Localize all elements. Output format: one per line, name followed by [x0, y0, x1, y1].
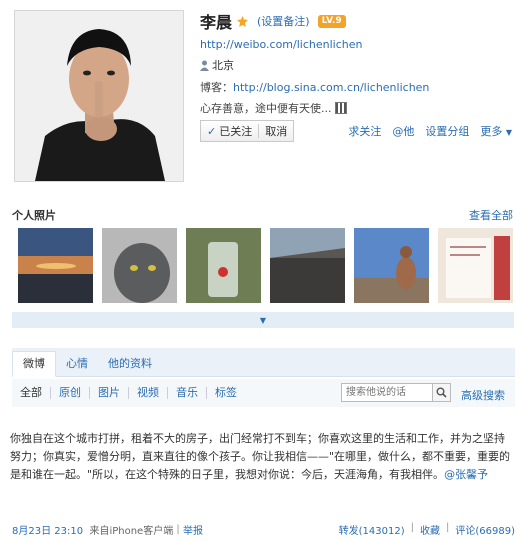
tab-weibo[interactable]: 微博	[12, 351, 56, 377]
search-button[interactable]	[432, 383, 451, 402]
post-meta: 8月23日 23:10 来自iPhone客户端 | 举报 转发(143012) |…	[12, 521, 515, 537]
qr-code-icon[interactable]	[334, 102, 347, 114]
see-all-photos-link[interactable]: 查看全部	[469, 207, 513, 223]
photo-thumbnail[interactable]	[438, 228, 513, 303]
location-text: 北京	[212, 59, 234, 72]
blog-link[interactable]: http://blog.sina.com.cn/lichenlichen	[233, 81, 429, 94]
divider	[258, 124, 260, 138]
unfollow-button[interactable]: 取消	[265, 123, 287, 139]
comment-link[interactable]: 评论(66989)	[455, 522, 515, 537]
photo-thumbnail[interactable]	[270, 228, 345, 303]
advanced-search-link[interactable]: 高级搜索	[461, 387, 505, 403]
name-row: 李晨 (设置备注) LV.9	[200, 10, 512, 32]
weibo-post: 你独自在这个城市打拼，租着不大的房子，出门经常打不到车；你喜欢这里的生活和工作，…	[10, 430, 515, 484]
more-menu[interactable]: 更多 ▼	[480, 123, 512, 139]
photo-thumbnail[interactable]	[18, 228, 93, 303]
filter-images[interactable]: 图片	[89, 387, 128, 399]
favorite-link[interactable]: 收藏	[420, 522, 440, 537]
set-remark-link[interactable]: (设置备注)	[257, 13, 310, 29]
weibo-url[interactable]: http://weibo.com/lichenlichen	[200, 38, 512, 51]
photos-title: 个人照片	[12, 209, 56, 222]
tab-mood[interactable]: 心情	[56, 352, 98, 376]
report-link[interactable]: 举报	[183, 522, 203, 537]
motto-text: 心存善意，途中便有天使...	[200, 102, 332, 115]
filter-music[interactable]: 音乐	[167, 387, 206, 399]
location: 北京	[200, 57, 512, 73]
expand-photos-bar[interactable]: ▼	[12, 312, 514, 328]
filter-bar: 全部 原创 图片 视频 音乐 标签 高级搜索	[12, 379, 515, 407]
motto: 心存善意，途中便有天使...	[200, 100, 512, 116]
forward-link[interactable]: 转发(143012)	[339, 522, 405, 537]
photo-strip	[18, 228, 513, 303]
filter-tags[interactable]: 标签	[206, 387, 245, 399]
level-badge: LV.9	[317, 14, 346, 28]
chevron-down-icon: ▼	[259, 315, 267, 325]
request-follow-link[interactable]: 求关注	[348, 123, 381, 139]
action-links: 求关注 @他 设置分组 更多 ▼	[348, 123, 512, 139]
chevron-down-icon: ▼	[505, 128, 512, 137]
verified-icon	[237, 15, 249, 27]
filter-videos[interactable]: 视频	[128, 387, 167, 399]
mention-link[interactable]: @张馨予	[444, 468, 488, 481]
mention-link[interactable]: @他	[392, 123, 414, 139]
profile-name: 李晨	[200, 13, 233, 32]
profile-info: 李晨 (设置备注) LV.9 http://weibo.com/lichenli…	[200, 10, 512, 142]
photo-thumbnail[interactable]	[186, 228, 261, 303]
post-text: 你独自在这个城市打拼，租着不大的房子，出门经常打不到车；你喜欢这里的生活和工作，…	[10, 432, 511, 481]
post-actions: 转发(143012) | 收藏 | 评论(66989)	[338, 521, 515, 537]
search-input[interactable]	[341, 383, 433, 402]
post-source: 来自iPhone客户端	[89, 525, 174, 537]
profile-tabs: 微博 心情 他的资料	[12, 348, 515, 377]
avatar[interactable]	[14, 10, 184, 182]
check-icon: ✓	[207, 124, 217, 138]
more-label: 更多	[480, 125, 503, 138]
post-time[interactable]: 8月23日 23:10	[12, 522, 83, 537]
photo-thumbnail[interactable]	[102, 228, 177, 303]
set-group-link[interactable]: 设置分组	[425, 123, 469, 139]
filter-original[interactable]: 原创	[50, 387, 89, 399]
person-icon	[200, 60, 209, 71]
tab-profile[interactable]: 他的资料	[98, 352, 162, 376]
blog-row: 博客：http://blog.sina.com.cn/lichenlichen	[200, 79, 512, 95]
follow-status-button[interactable]: ✓ 已关注 取消	[200, 120, 295, 142]
followed-label: 已关注	[219, 125, 253, 138]
blog-label: 博客：	[200, 81, 233, 94]
filter-all[interactable]: 全部	[12, 387, 50, 399]
search-icon	[436, 387, 447, 398]
photo-thumbnail[interactable]	[354, 228, 429, 303]
profile-actions: ✓ 已关注 取消 求关注 @他 设置分组 更多 ▼	[200, 120, 512, 142]
